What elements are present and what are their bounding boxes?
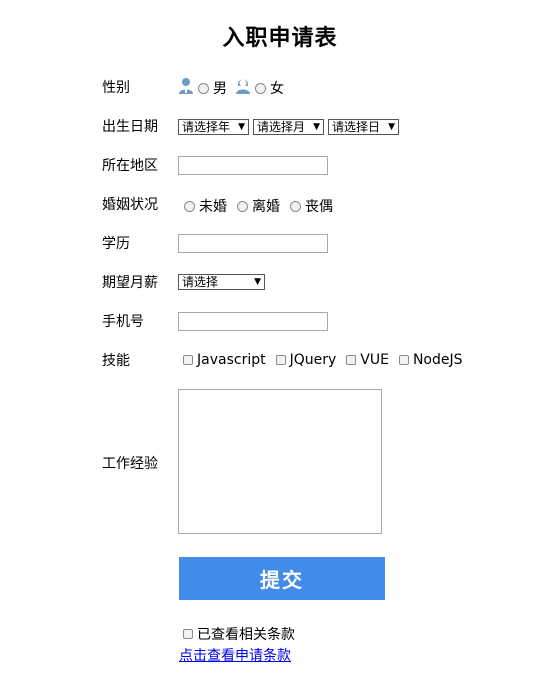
marital-single-label: 未婚 bbox=[199, 199, 227, 215]
gender-male-label: 男 bbox=[213, 81, 227, 97]
region-input[interactable] bbox=[178, 156, 328, 175]
marital-label: 婚姻状况 bbox=[102, 197, 158, 213]
dropdown-arrow-icon: ▼ bbox=[388, 122, 395, 132]
phone-input[interactable] bbox=[178, 312, 328, 331]
birth-month-select[interactable]: 请选择月 ▼ bbox=[253, 119, 324, 135]
education-input[interactable] bbox=[178, 234, 328, 253]
terms-link[interactable]: 点击查看申请条款 bbox=[179, 645, 291, 665]
birth-year-select[interactable]: 请选择年 ▼ bbox=[178, 119, 249, 135]
dropdown-arrow-icon: ▼ bbox=[238, 122, 245, 132]
experience-textarea[interactable] bbox=[178, 389, 382, 534]
gender-male-radio[interactable] bbox=[198, 82, 209, 94]
skill-jquery-checkbox[interactable] bbox=[275, 355, 286, 365]
dropdown-arrow-icon: ▼ bbox=[254, 277, 261, 287]
dropdown-arrow-icon: ▼ bbox=[313, 122, 320, 132]
marital-options: 未婚 离婚 丧偶 bbox=[178, 196, 341, 216]
gender-female-radio[interactable] bbox=[255, 82, 266, 94]
agree-row: 已查看相关条款 bbox=[179, 624, 295, 644]
gender-label: 性别 bbox=[102, 80, 130, 96]
education-label: 学历 bbox=[102, 236, 130, 252]
gender-options: 男 女 bbox=[178, 77, 292, 99]
skills-options: Javascript JQuery VUE NodeJS bbox=[178, 352, 471, 368]
skill-nodejs-checkbox[interactable] bbox=[398, 355, 409, 365]
marital-divorced-radio[interactable] bbox=[237, 200, 248, 212]
marital-widowed-label: 丧偶 bbox=[305, 199, 333, 215]
gender-female-label: 女 bbox=[270, 81, 284, 97]
region-label: 所在地区 bbox=[102, 158, 158, 174]
skills-label: 技能 bbox=[102, 353, 130, 369]
salary-value: 请选择 bbox=[182, 275, 219, 289]
agree-label: 已查看相关条款 bbox=[197, 627, 295, 643]
skill-jquery-label: JQuery bbox=[289, 352, 337, 368]
female-avatar-icon bbox=[235, 77, 251, 99]
skill-vue-checkbox[interactable] bbox=[346, 355, 357, 365]
birth-date-selects: 请选择年 ▼ 请选择月 ▼ 请选择日 ▼ bbox=[178, 119, 403, 135]
male-avatar-icon bbox=[178, 77, 194, 99]
skill-vue-label: VUE bbox=[360, 352, 389, 368]
birth-date-label: 出生日期 bbox=[102, 119, 158, 135]
page-title: 入职申请表 bbox=[222, 26, 338, 51]
phone-label: 手机号 bbox=[102, 314, 144, 330]
birth-day-value: 请选择日 bbox=[332, 120, 381, 134]
submit-button[interactable]: 提交 bbox=[179, 557, 385, 600]
marital-single-radio[interactable] bbox=[184, 200, 195, 212]
birth-day-select[interactable]: 请选择日 ▼ bbox=[328, 119, 399, 135]
skill-javascript-label: Javascript bbox=[197, 352, 266, 368]
salary-select[interactable]: 请选择 ▼ bbox=[178, 274, 265, 290]
salary-row: 请选择 ▼ bbox=[178, 274, 269, 290]
marital-divorced-label: 离婚 bbox=[252, 199, 280, 215]
skill-nodejs-label: NodeJS bbox=[412, 352, 463, 368]
marital-widowed-radio[interactable] bbox=[290, 200, 301, 212]
skill-javascript-checkbox[interactable] bbox=[183, 355, 193, 365]
salary-label: 期望月薪 bbox=[102, 275, 158, 291]
birth-year-value: 请选择年 bbox=[182, 120, 231, 134]
birth-month-value: 请选择月 bbox=[257, 120, 306, 134]
experience-label: 工作经验 bbox=[102, 456, 158, 472]
agree-checkbox[interactable] bbox=[183, 629, 193, 639]
